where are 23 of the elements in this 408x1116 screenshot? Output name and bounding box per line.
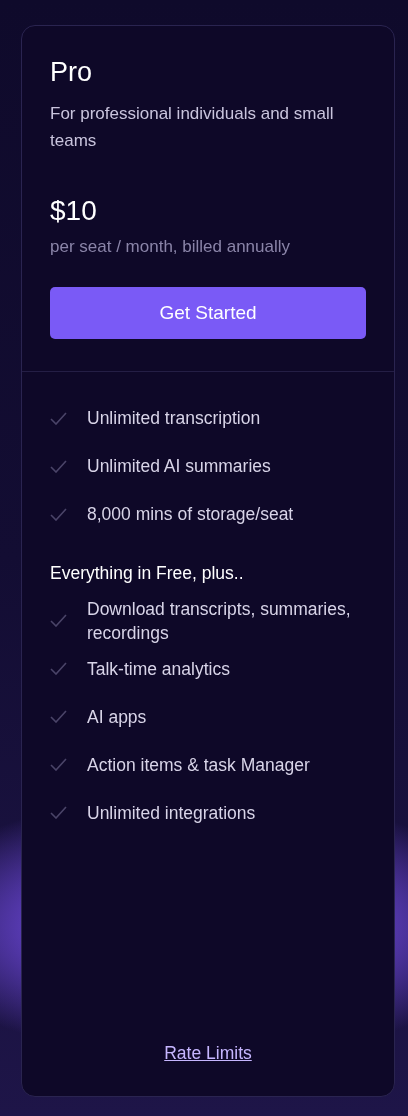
get-started-button[interactable]: Get Started [50,287,366,340]
check-icon [50,460,67,473]
check-icon [50,710,67,724]
check-icon [50,758,67,772]
check-icon [50,508,67,521]
plan-description: For professional individuals and small teams [50,103,335,153]
check-icon [50,412,67,425]
feature-text: 8,000 mins of storage/seat [87,503,294,527]
plan-price: $10 [50,194,98,228]
feature-text: AI apps [87,705,147,729]
feature-text: Unlimited AI summaries [87,455,271,479]
features-heading: Everything in Free, plus.. [50,562,245,586]
feature-text: Unlimited transcription [87,407,261,431]
plan-name: Pro [50,56,94,89]
check-icon [50,662,67,676]
check-icon [50,806,67,820]
feature-text: Action items & task Manager [87,753,310,777]
feature-text: Download transcripts, summaries, recordings [87,597,352,645]
feature-text: Unlimited integrations [87,801,256,825]
check-icon [50,614,67,628]
feature-text: Talk-time analytics [87,657,230,681]
price-note: per seat / month, billed annually [50,236,292,258]
rate-limits-link[interactable]: Rate Limits [164,1042,252,1063]
